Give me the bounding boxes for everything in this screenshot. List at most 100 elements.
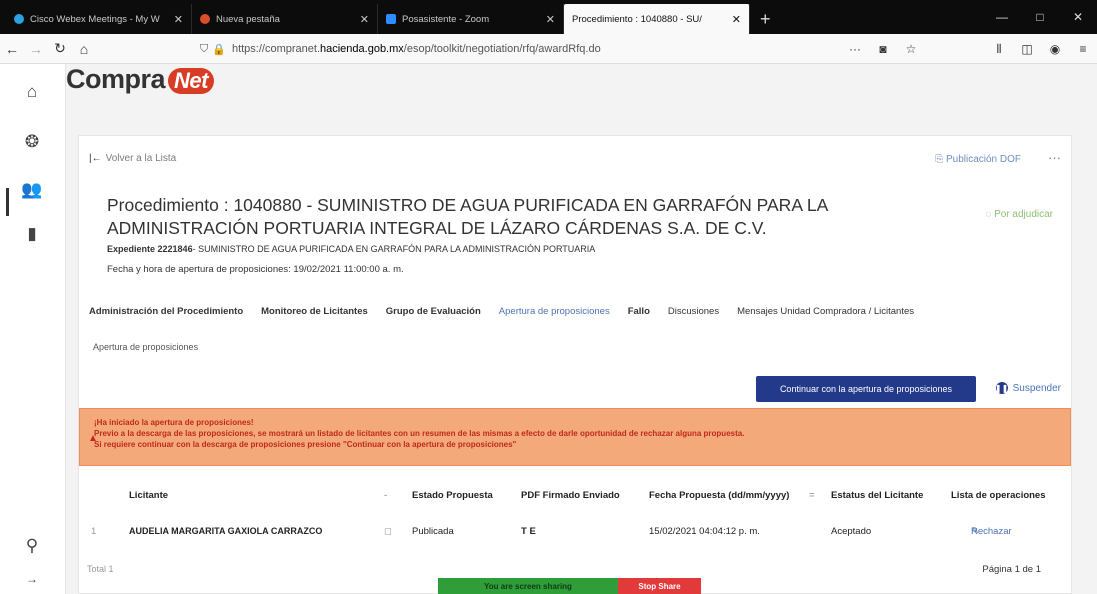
status-label: Por adjudicar [994, 209, 1053, 220]
tab-apertura[interactable]: Apertura de proposiciones [499, 306, 610, 317]
browser-tab-procedimiento[interactable]: Procedimiento : 1040880 - SU/ ✕ [564, 4, 750, 34]
tab-discusiones[interactable]: Discusiones [668, 306, 719, 317]
publication-label: Publicación DOF [945, 154, 1021, 165]
tab-title: Cisco Webex Meetings - My W [30, 13, 160, 25]
status-icon: ◌ [985, 209, 995, 220]
browser-nav-bar: ← → ↻ ⌂ ⛉ 🔒 https://compranet. hacienda.g… [0, 34, 1097, 64]
logo-net: Net [168, 68, 214, 94]
column-header-pdf[interactable]: PDF Firmado Enviado [521, 490, 620, 501]
warning-icon: ▲ [88, 433, 98, 444]
tab-grupo-evaluacion[interactable]: Grupo de Evaluación [386, 306, 481, 317]
back-arrow-icon[interactable]: ← [0, 41, 24, 57]
continue-opening-button[interactable]: Continuar con la apertura de proposicion… [756, 376, 976, 402]
more-options-icon[interactable]: ··· [1048, 150, 1061, 165]
account-icon[interactable]: ◉ [1041, 42, 1069, 56]
back-to-list-link[interactable]: |← Volver a la Lista [89, 153, 176, 164]
shield-icon[interactable]: ⛉ [200, 43, 208, 56]
search-icon[interactable]: ⚲ [20, 536, 44, 560]
info-icon[interactable]: ◻ [384, 526, 392, 537]
stop-share-button[interactable]: Stop Share [618, 578, 701, 594]
expediente-description: - SUMINISTRO DE AGUA PURIFICADA EN GARRA… [192, 244, 596, 254]
browser-tab-new[interactable]: Nueva pestaña ✕ [192, 4, 378, 34]
tab-title: Nueva pestaña [216, 13, 280, 25]
pagination: Página 1 de 1 [982, 564, 1041, 575]
expand-arrow-icon[interactable]: → [20, 572, 44, 594]
zoom-icon [386, 14, 396, 24]
document-icon[interactable]: ▮ [20, 224, 44, 248]
reject-label: Rechazar [971, 526, 1012, 537]
compranet-logo: Compra Net [66, 64, 214, 95]
browser-tab-webex[interactable]: Cisco Webex Meetings - My W ✕ [6, 4, 192, 34]
home-icon[interactable]: ⌂ [72, 41, 96, 57]
alert-line: ¡Ha iniciado la apertura de proposicione… [94, 418, 254, 427]
minimize-icon[interactable]: — [983, 10, 1021, 24]
suspend-label: Suspender [1012, 382, 1061, 394]
close-tab-icon[interactable]: ✕ [546, 13, 555, 26]
procedures-icon[interactable]: ❂ [20, 132, 44, 156]
cell-fecha: 15/02/2021 04:04:12 p. m. [649, 526, 760, 537]
cell-licitante: AUDELIA MARGARITA GAXIOLA CARRAZCO [129, 526, 323, 536]
url-prefix: https://compranet. [231, 43, 320, 55]
bookmark-star-icon[interactable]: ☆ [897, 42, 925, 56]
browser-tab-bar: Cisco Webex Meetings - My W ✕ Nueva pest… [0, 0, 1097, 34]
column-header-estado[interactable]: Estado Propuesta [412, 490, 493, 501]
page-actions-icon[interactable]: ··· [841, 42, 869, 56]
procedure-panel: |← Volver a la Lista ⎘ Publicación DOF ··… [78, 135, 1072, 594]
users-icon[interactable]: 👥 [20, 180, 44, 204]
pocket-icon[interactable]: ◙ [869, 42, 897, 56]
suspend-button[interactable]: ❚❚ Suspender [994, 382, 1061, 394]
screen-sharing-indicator[interactable]: You are screen sharing [438, 578, 618, 594]
webex-icon [14, 14, 24, 24]
tab-monitoreo[interactable]: Monitoreo de Licitantes [261, 306, 368, 317]
back-arrow-icon: |← [89, 153, 102, 164]
tab-fallo[interactable]: Fallo [628, 306, 650, 317]
close-tab-icon[interactable]: ✕ [732, 13, 741, 26]
sort-icon[interactable]: = [809, 490, 815, 501]
column-header-estatus[interactable]: Estatus del Licitante [831, 490, 923, 501]
screen-share-bar: You are screen sharing Stop Share [438, 578, 701, 594]
column-header-operaciones: Lista de operaciones [951, 490, 1046, 501]
close-window-icon[interactable]: ✕ [1059, 10, 1097, 24]
page-title: Procedimiento : 1040880 - SUMINISTRO DE … [107, 195, 828, 238]
opening-date: Fecha y hora de apertura de proposicione… [107, 264, 404, 275]
publication-icon: ⎘ [935, 154, 946, 165]
maximize-icon[interactable]: □ [1021, 10, 1059, 24]
logo-text: Compra [66, 64, 166, 94]
tab-mensajes[interactable]: Mensajes Unidad Compradora / Licitantes [737, 306, 914, 317]
new-tab-button[interactable]: + [750, 4, 781, 34]
column-header-licitante[interactable]: Licitante [129, 490, 168, 501]
url-host: hacienda.gob.mx [320, 43, 404, 55]
dof-publication-link[interactable]: ⎘ Publicación DOF [935, 154, 1021, 165]
sidebar-icon[interactable]: ◫ [1013, 42, 1041, 56]
alert-banner: ▲ ¡Ha iniciado la apertura de proposicio… [79, 408, 1071, 466]
browser-tab-zoom[interactable]: Posasistente - Zoom ✕ [378, 4, 564, 34]
firefox-icon [200, 14, 210, 24]
close-tab-icon[interactable]: ✕ [360, 13, 369, 26]
forward-arrow-icon[interactable]: → [24, 41, 48, 57]
pause-icon: ❚❚ [994, 382, 1009, 394]
procedure-tabs: Administración del Procedimiento Monitor… [89, 306, 932, 317]
menu-icon[interactable]: ≡ [1069, 42, 1097, 56]
tab-title: Procedimiento : 1040880 - SU/ [572, 13, 702, 25]
cell-estatus: Aceptado [831, 526, 872, 537]
cell-estado: Publicada [412, 526, 454, 537]
home-icon[interactable]: ⌂ [20, 82, 44, 106]
tab-title: Posasistente - Zoom [402, 13, 490, 25]
close-tab-icon[interactable]: ✕ [174, 13, 183, 26]
lock-icon: 🔒 [212, 43, 226, 56]
url-bar[interactable]: ⛉ 🔒 https://compranet. hacienda.gob.mx/es… [200, 39, 890, 59]
left-rail: ⌂ ❂ 👥 ▮ ⚲ → [0, 64, 66, 594]
library-icon[interactable]: ⫴ [985, 42, 1013, 57]
alert-line: Si requiere continuar con la descarga de… [94, 440, 517, 449]
alert-line: Previo a la descarga de las proposicione… [94, 429, 745, 438]
column-header-fecha[interactable]: Fecha Propuesta (dd/mm/yyyy) [649, 490, 789, 501]
window-controls: — □ ✕ [983, 0, 1097, 34]
tab-administracion[interactable]: Administración del Procedimiento [89, 306, 243, 317]
browser-toolbar-right: ··· ◙ ☆ ⫴ ◫ ◉ ≡ [841, 34, 1097, 64]
row-index: 1 [91, 526, 97, 537]
section-label: Apertura de proposiciones [93, 342, 199, 352]
reload-icon[interactable]: ↻ [48, 40, 72, 57]
active-indicator [6, 188, 9, 216]
sort-icon[interactable]: - [384, 490, 387, 501]
cell-pdf: T E [521, 526, 536, 537]
